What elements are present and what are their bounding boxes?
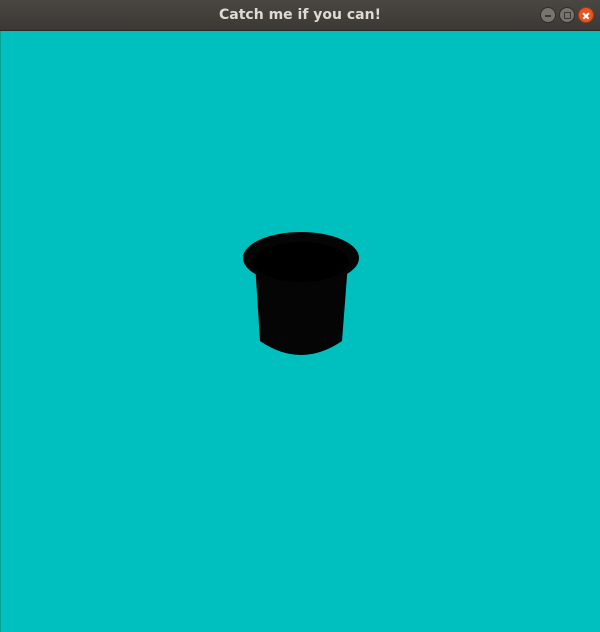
minimize-icon[interactable] [540,7,556,23]
canvas-edge [0,31,1,632]
window-controls [540,7,594,24]
bucket[interactable] [240,229,362,361]
bucket-opening [253,242,349,282]
maximize-icon[interactable] [559,7,575,23]
title-bar[interactable]: Catch me if you can! [0,0,600,31]
close-icon[interactable] [578,7,594,23]
game-window: Catch me if you can! [0,0,600,632]
window-title: Catch me if you can! [219,7,381,23]
